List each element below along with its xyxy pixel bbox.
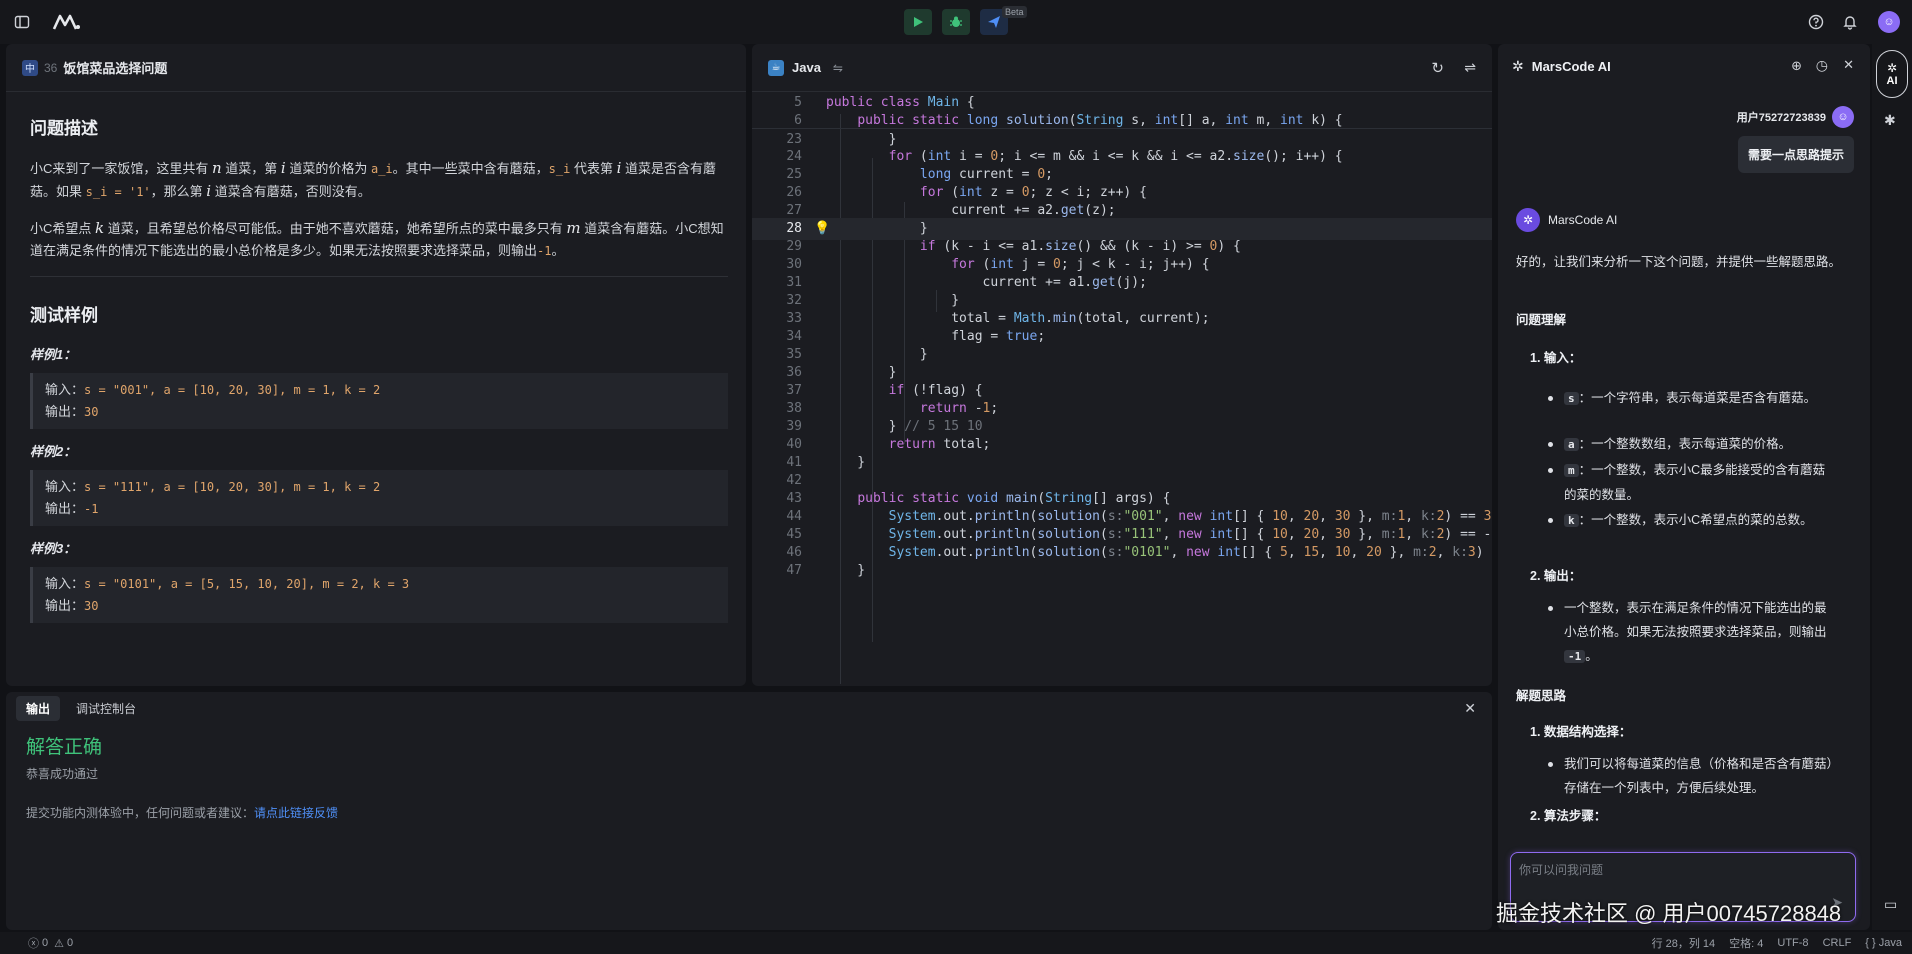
list-item-output: 2. 输出： — [1530, 569, 1582, 583]
format-icon[interactable]: ⇌ — [1464, 59, 1476, 76]
sample-box-1: 输入：s = "001", a = [10, 20, 30], m = 1, k… — [30, 373, 728, 429]
feedback-line: 提交功能内测体验中，任何问题或者建议：请点此链接反馈 — [26, 806, 339, 820]
send-icon — [988, 16, 1000, 28]
sample-title-2: 样例2： — [30, 444, 77, 459]
result-status: 解答正确 — [26, 737, 103, 758]
list-item: 一个整数，表示在满足条件的情况下能选出的最小总价格。如果无法按照要求选择菜品，则… — [1564, 601, 1827, 663]
test-heading: 测试样例 — [30, 306, 98, 325]
user-name: 用户75272723839 — [1736, 112, 1826, 124]
description-paragraph-1: 小C来到了一家饭馆，这里共有 n 道菜，第 i 道菜的价格为 a_i。其中一些菜… — [30, 159, 717, 200]
sidebar-toggle-icon[interactable] — [10, 10, 34, 34]
list-item-input: 1. 输入： — [1530, 351, 1582, 365]
list-item: s ：一个字符串，表示每道菜是否含有蘑菇。 — [1564, 386, 1834, 411]
ai-title: MarsCode AI — [1531, 58, 1611, 74]
user-message: 需要一点思路提示 — [1737, 136, 1854, 173]
swap-icon[interactable]: ⇋ — [833, 61, 843, 75]
encoding[interactable]: UTF-8 — [1777, 937, 1808, 949]
help-icon[interactable] — [1804, 10, 1828, 34]
feedback-link[interactable]: 请点此链接反馈 — [254, 806, 338, 820]
indentation[interactable]: 空格: 4 — [1729, 935, 1763, 951]
problem-header: 中 36 饭馆菜品选择问题 — [6, 44, 746, 92]
language-selector[interactable]: Java — [792, 60, 821, 75]
list-item-ds: 1. 数据结构选择： — [1530, 725, 1632, 739]
bug-icon — [950, 16, 962, 27]
marscode-logo-icon[interactable] — [52, 10, 82, 34]
status-right: 行 28，列 14 空格: 4 UTF-8 CRLF { } Java — [1638, 932, 1902, 954]
list-item: k ：一个整数，表示小C希望点的菜的总数。 — [1564, 508, 1834, 533]
run-button[interactable] — [904, 9, 932, 35]
tab-debug-console[interactable]: 调试控制台 — [66, 696, 146, 721]
line-ending[interactable]: CRLF — [1823, 937, 1852, 949]
result-subtitle: 恭喜成功通过 — [26, 767, 99, 781]
ai-panel: ✲ MarsCode AI ⊕ ◷ ✕ 用户75272723839 ☺ 需要一点… — [1498, 44, 1870, 930]
section-heading: 解题思路 — [1516, 689, 1567, 703]
user-avatar[interactable]: ☺ — [1878, 11, 1900, 33]
bell-icon[interactable] — [1838, 10, 1862, 34]
sample-box-3: 输入：s = "0101", a = [5, 15, 10, 20], m = … — [30, 567, 728, 623]
bot-intro: 好的，让我们来分析一下这个问题，并提供一些解题思路。 — [1516, 255, 1842, 269]
new-chat-icon[interactable]: ⊕ — [1791, 58, 1802, 74]
top-bar: Beta ☺ — [0, 0, 1912, 44]
list-item: 我们可以将每道菜的信息（价格和是否含有蘑菇）存储在一个列表中，方便后续处理。 — [1564, 757, 1833, 795]
right-rail: ✲ AI ✱ ▭ — [1872, 44, 1912, 930]
watermark: 掘金技术社区 @ 用户00745728848 — [1496, 901, 1842, 926]
editor-header: ☕ Java ⇋ ↻ ⇌ — [752, 44, 1492, 92]
divider — [30, 276, 728, 277]
sparkle-icon: ✲ — [1886, 61, 1898, 75]
bot-message-header: ✲ MarsCode AI — [1516, 208, 1617, 232]
avatar: ☺ — [1832, 106, 1854, 128]
sparkle-icon: ✲ — [1512, 57, 1524, 74]
description-heading: 问题描述 — [30, 119, 98, 138]
close-icon[interactable]: ✕ — [1464, 700, 1476, 717]
output-panel: 输出 调试控制台 ✕ 解答正确 恭喜成功通过 提交功能内测体验中，任何问题或者建… — [6, 692, 1492, 930]
output-tabs: 输出 调试控制台 — [6, 692, 1492, 724]
warning-icon[interactable]: ⚠ — [54, 937, 64, 950]
comment-icon[interactable]: ▭ — [1884, 896, 1897, 913]
ai-toggle-button[interactable]: ✲ AI — [1876, 50, 1908, 98]
code-area[interactable]: 5 public class Main { 6 public static lon… — [752, 92, 1492, 686]
code-editor-panel: ☕ Java ⇋ ↻ ⇌ 5 public class Main { 6 publ… — [752, 44, 1492, 686]
status-bar: ⓧ 0 ⚠ 0 行 28，列 14 空格: 4 UTF-8 CRLF { } J… — [0, 932, 1912, 954]
sample-title-1: 样例1： — [30, 347, 77, 362]
list-item: a ：一个整数数组，表示每道菜的价格。 — [1564, 432, 1834, 457]
language-mode[interactable]: { } Java — [1865, 937, 1902, 949]
error-count: 0 — [42, 937, 49, 949]
bot-name: MarsCode AI — [1548, 213, 1618, 227]
error-icon[interactable]: ⓧ — [28, 935, 39, 951]
language-badge: 中 — [22, 59, 38, 76]
ai-header: ✲ MarsCode AI ⊕ ◷ ✕ — [1498, 44, 1870, 88]
code-line[interactable]: 47 } — [752, 560, 1492, 582]
debug-button[interactable] — [942, 9, 970, 35]
section-heading: 问题理解 — [1516, 313, 1567, 327]
sample-box-2: 输入：s = "111", a = [10, 20, 30], m = 1, k… — [30, 470, 728, 526]
beta-badge: Beta — [1002, 6, 1027, 18]
bot-avatar-icon: ✲ — [1516, 208, 1540, 232]
warning-count: 0 — [67, 937, 74, 949]
problem-panel: 中 36 饭馆菜品选择问题 问题描述 小C来到了一家饭馆，这里共有 n 道菜，第… — [6, 44, 746, 686]
bug-icon[interactable]: ✱ — [1884, 112, 1896, 129]
chat-input[interactable] — [1519, 863, 1839, 877]
description-paragraph-2: 小C希望点 k 道菜，且希望总价格尽可能低。由于她不喜欢蘑菇，她希望所点的菜中最… — [30, 219, 724, 258]
user-message-header: 用户75272723839 ☺ — [1737, 106, 1854, 128]
problem-title: 饭馆菜品选择问题 — [63, 61, 168, 76]
cursor-position[interactable]: 行 28，列 14 — [1652, 935, 1716, 951]
close-icon[interactable]: ✕ — [1843, 57, 1854, 73]
play-icon — [914, 17, 923, 27]
list-item-algo: 2. 算法步骤： — [1530, 809, 1607, 823]
reset-icon[interactable]: ↻ — [1431, 59, 1444, 77]
problem-id: 36 — [44, 60, 58, 75]
history-icon[interactable]: ◷ — [1816, 57, 1828, 74]
java-icon: ☕ — [768, 59, 784, 76]
problem-body: 问题描述 小C来到了一家饭馆，这里共有 n 道菜，第 i 道菜的价格为 a_i。… — [6, 92, 746, 623]
list-item: m ：一个整数，表示小C最多能接受的含有蘑菇的菜的数量。 — [1564, 463, 1826, 502]
tab-output[interactable]: 输出 — [16, 695, 61, 721]
sample-title-3: 样例3： — [30, 541, 77, 556]
